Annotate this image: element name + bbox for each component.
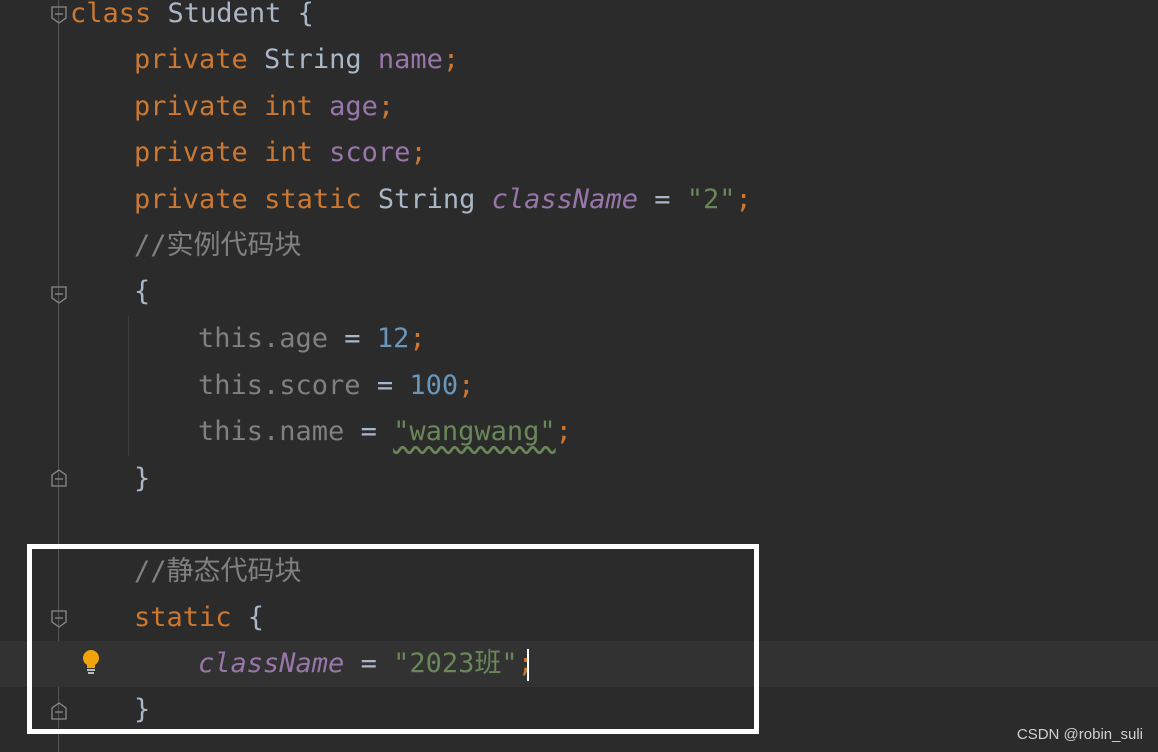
operator: = (360, 370, 410, 401)
indent-guide (128, 316, 129, 456)
semicolon: ; (555, 416, 572, 447)
this-reference: this.age (198, 323, 329, 354)
code-line-assign-score[interactable]: this.score = 100; (198, 363, 474, 409)
code-line-comment[interactable]: //实例代码块 (134, 223, 302, 269)
code-editor[interactable]: class Student { private String name; pri… (0, 0, 1158, 752)
code-line-assign-age[interactable]: this.age = 12; (198, 316, 426, 362)
class-name: Student { (151, 0, 314, 29)
field-name: name (377, 44, 443, 75)
code-line-field-classname[interactable]: private static String className = "2"; (134, 177, 752, 223)
code-line-class-decl[interactable]: class Student { (70, 0, 314, 37)
keyword: class (70, 0, 152, 29)
watermark: CSDN @robin_suli (1016, 726, 1143, 743)
code-line-assign-name[interactable]: this.name = "wangwang"; (198, 409, 572, 455)
string-literal: "wangwang" (393, 416, 556, 447)
code-line-field-age[interactable]: private int age; (134, 84, 394, 130)
keyword: private (134, 91, 248, 122)
semicolon: ; (410, 137, 427, 168)
keyword: int (264, 137, 313, 168)
number-literal: 12 (376, 323, 410, 354)
field-name: score (329, 137, 411, 168)
code-line-close-brace[interactable]: } (134, 456, 150, 502)
code-line-open-brace[interactable]: { (134, 269, 150, 315)
operator: = (328, 323, 377, 354)
keyword: private (134, 44, 248, 75)
type-name: String (361, 184, 492, 215)
semicolon: ; (409, 323, 426, 354)
keyword: static (264, 184, 362, 215)
code-line-field-name[interactable]: private String name; (134, 37, 459, 83)
fold-marker-icon[interactable] (50, 286, 68, 304)
keyword: private (134, 137, 248, 168)
code-line-field-score[interactable]: private int score; (134, 130, 427, 176)
this-reference: this.score (198, 370, 361, 401)
semicolon: ; (377, 91, 395, 122)
fold-marker-icon[interactable] (50, 469, 68, 487)
semicolon: ; (735, 184, 752, 215)
highlight-box (27, 544, 759, 734)
keyword: private (134, 184, 248, 215)
fold-marker-icon[interactable] (50, 6, 68, 24)
type-name: String (247, 44, 378, 75)
operator: = (344, 416, 394, 447)
operator: = (637, 184, 687, 215)
keyword: int (264, 91, 313, 122)
brace: { (134, 276, 151, 307)
static-field-name: className (491, 184, 638, 215)
brace: } (134, 463, 151, 494)
number-literal: 100 (409, 370, 459, 401)
this-reference: this.name (198, 416, 345, 447)
semicolon: ; (442, 44, 460, 75)
field-name: age (329, 91, 378, 122)
string-literal: "2" (686, 184, 736, 215)
semicolon: ; (458, 370, 475, 401)
